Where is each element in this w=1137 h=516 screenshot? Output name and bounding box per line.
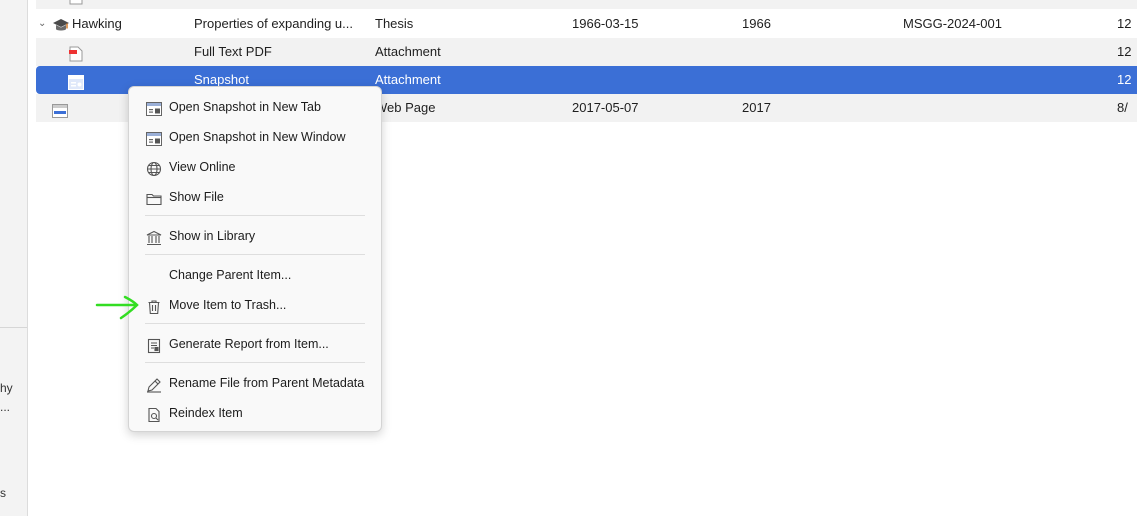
table-row[interactable]: Full Text PDF Attachment 12 xyxy=(36,38,1137,66)
item-creator: Hawking xyxy=(72,16,122,31)
snapshot-icon xyxy=(146,129,162,146)
pane-divider xyxy=(0,327,27,328)
item-type: Attachment xyxy=(375,72,441,87)
trash-icon xyxy=(146,297,162,315)
folder-icon xyxy=(146,189,162,206)
collection-label-fragment[interactable]: hy xyxy=(0,381,13,395)
collection-label-fragment[interactable]: ... xyxy=(0,400,10,414)
library-icon xyxy=(146,228,162,246)
menu-item-label: Generate Report from Item... xyxy=(169,337,329,351)
item-date: 2017-05-07 xyxy=(572,100,639,115)
menu-item-label: Change Parent Item... xyxy=(169,268,292,282)
webpage-icon xyxy=(52,100,68,128)
menu-item-label: Open Snapshot in New Window xyxy=(169,130,346,144)
item-modified: 12 xyxy=(1117,44,1132,59)
menu-item-label: Rename File from Parent Metadata xyxy=(169,376,365,390)
menu-item-label: Show in Library xyxy=(169,229,256,243)
menu-item-change-parent[interactable]: Change Parent Item... xyxy=(135,261,375,289)
collections-pane: hy ... s xyxy=(0,0,28,516)
item-year: 1966 xyxy=(742,16,771,31)
item-modified: 12 xyxy=(1117,72,1132,87)
globe-icon xyxy=(146,159,162,177)
menu-item-view-online[interactable]: View Online xyxy=(135,153,375,181)
item-type: Thesis xyxy=(375,16,414,31)
reindex-icon xyxy=(146,405,162,423)
menu-item-rename-file[interactable]: Rename File from Parent Metadata xyxy=(135,369,375,397)
report-icon xyxy=(146,336,162,354)
menu-item-label: Show File xyxy=(169,190,224,204)
item-modified: 12 xyxy=(1117,16,1132,31)
item-modified: 8/ xyxy=(1117,100,1128,115)
menu-item-label: Open Snapshot in New Tab xyxy=(169,100,321,114)
table-row[interactable]: Full Text PDF Attachment 12 xyxy=(36,0,1137,9)
snapshot-icon xyxy=(146,99,162,116)
menu-item-move-to-trash[interactable]: Move Item to Trash... xyxy=(135,291,375,319)
item-title: Full Text PDF xyxy=(194,0,362,9)
menu-separator xyxy=(145,323,365,324)
item-type: Web Page xyxy=(375,100,436,115)
menu-item-label: Reindex Item xyxy=(169,406,243,420)
menu-item-show-in-library[interactable]: Show in Library xyxy=(135,222,375,250)
table-row[interactable]: ⌄ Hawking Properties of expanding u... T… xyxy=(36,10,1137,38)
context-menu: Open Snapshot in New Tab Open Snapshot i… xyxy=(128,86,382,432)
menu-item-reindex[interactable]: Reindex Item xyxy=(135,399,375,427)
menu-item-show-file[interactable]: Show File xyxy=(135,183,375,211)
item-year: 2017 xyxy=(742,100,771,115)
chevron-down-icon[interactable]: ⌄ xyxy=(38,10,46,38)
menu-item-open-new-tab[interactable]: Open Snapshot in New Tab xyxy=(135,93,375,121)
pencil-icon xyxy=(146,375,162,393)
annotation-arrow-icon xyxy=(95,295,139,320)
menu-item-label: View Online xyxy=(169,160,236,174)
item-title: Full Text PDF xyxy=(194,44,272,59)
item-type: Attachment xyxy=(375,0,525,9)
item-extra: MSGG-2024-001 xyxy=(903,16,1002,31)
menu-item-label: Move Item to Trash... xyxy=(169,298,287,312)
item-modified: 12 xyxy=(1117,0,1137,9)
menu-separator xyxy=(145,215,365,216)
item-title: Properties of expanding u... xyxy=(194,16,353,31)
menu-separator xyxy=(145,254,365,255)
item-type: Attachment xyxy=(375,44,441,59)
menu-separator xyxy=(145,362,365,363)
menu-item-generate-report[interactable]: Generate Report from Item... xyxy=(135,330,375,358)
item-date: 1966-03-15 xyxy=(572,16,639,31)
menu-item-open-new-window[interactable]: Open Snapshot in New Window xyxy=(135,123,375,151)
collection-label-fragment[interactable]: s xyxy=(0,486,6,500)
